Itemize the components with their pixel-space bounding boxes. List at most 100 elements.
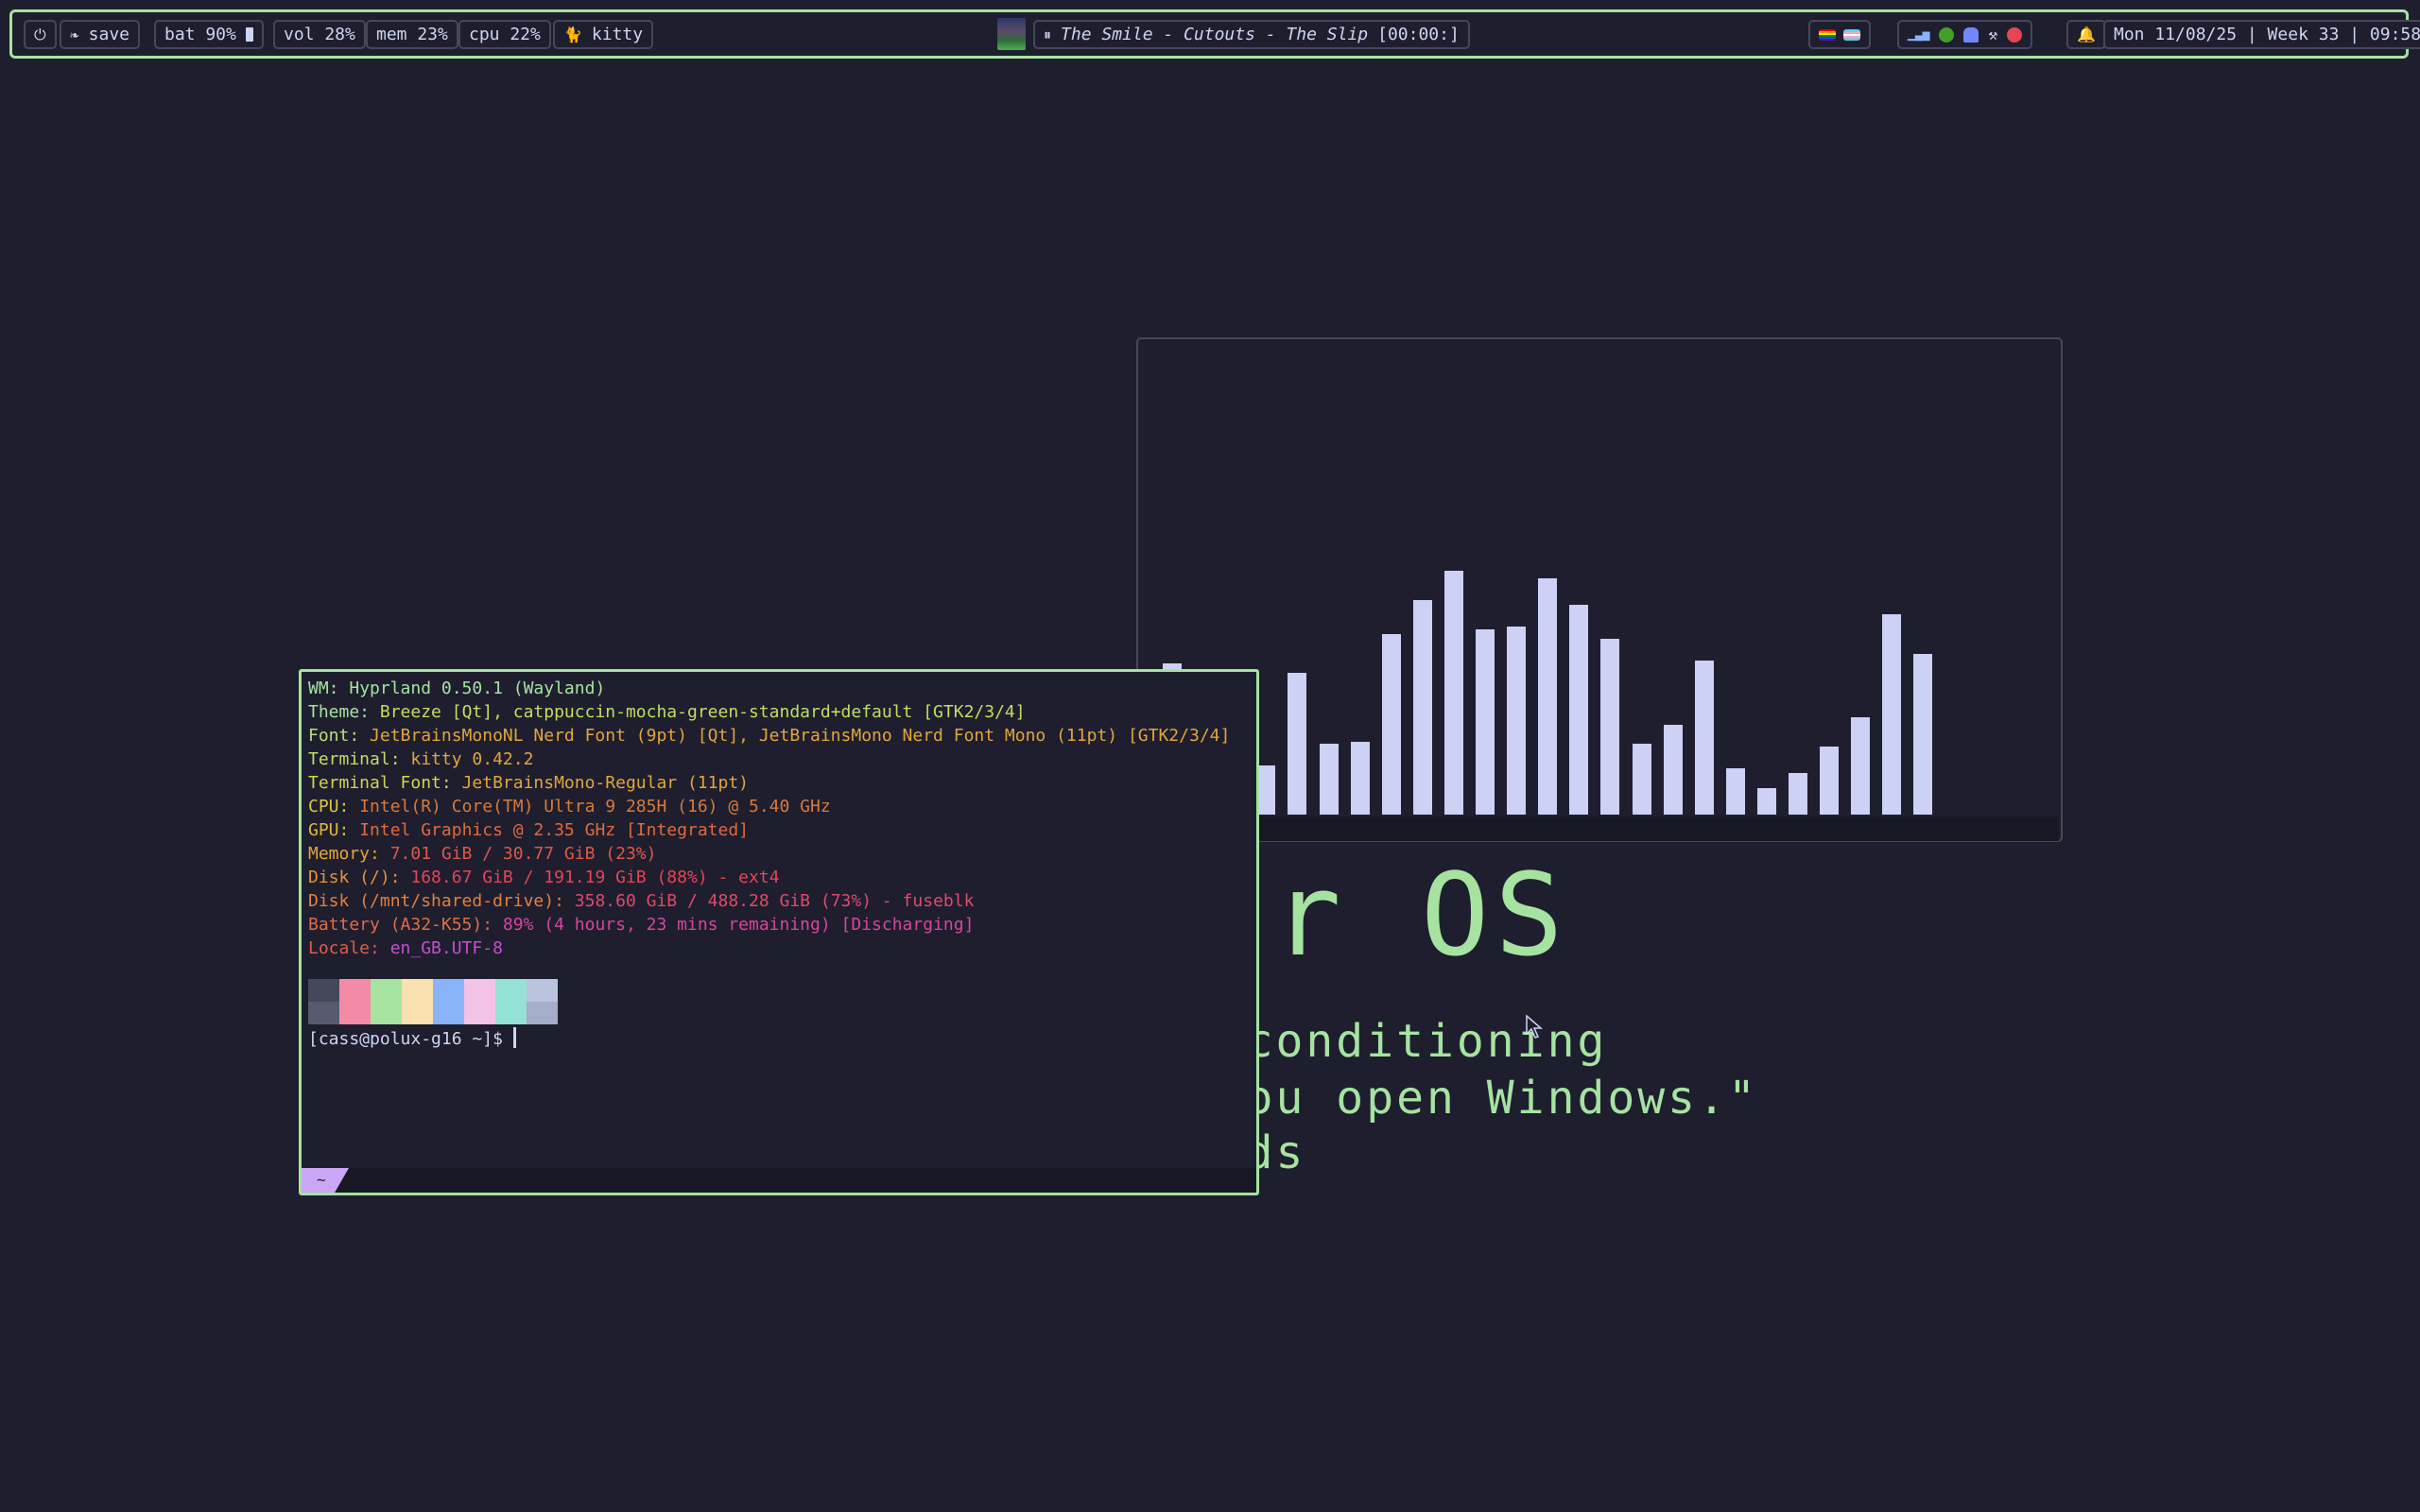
save-label: save bbox=[88, 25, 130, 44]
palette-swatch bbox=[339, 979, 371, 1024]
vpn-icon[interactable] bbox=[1939, 26, 1955, 43]
text-cursor bbox=[512, 1027, 516, 1048]
top-bar: ⏻ ❧ save bat 90% vol 28% mem 23% cpu 22%… bbox=[9, 9, 2420, 59]
visualizer-bar bbox=[1726, 768, 1745, 815]
terminal-line: Theme: Breeze [Qt], catppuccin-mocha-gre… bbox=[308, 700, 1230, 724]
palette-swatch bbox=[527, 979, 558, 1024]
visualizer-baseline bbox=[1138, 816, 2059, 841]
memory-indicator[interactable]: mem 23% bbox=[366, 20, 458, 49]
terminal-line-key: Disk (/): bbox=[308, 868, 401, 887]
terminal-tab-bar: ~ bbox=[302, 1168, 1256, 1193]
battery-label: bat 90% bbox=[164, 25, 236, 44]
terminal-line-value: Breeze [Qt], catppuccin-mocha-green-stan… bbox=[370, 702, 1026, 722]
visualizer-bar bbox=[1351, 742, 1370, 815]
terminal-line-value: Hyprland 0.50.1 (Wayland) bbox=[338, 679, 606, 698]
pause-icon[interactable]: ⏸ bbox=[1044, 22, 1051, 47]
visualizer-bar bbox=[1256, 765, 1275, 815]
terminal-line: Locale: en_GB.UTF-8 bbox=[308, 936, 1230, 960]
visualizer-bar bbox=[1820, 747, 1839, 815]
palette-swatch bbox=[433, 979, 464, 1024]
visualizer-bar bbox=[1444, 571, 1463, 815]
visualizer-bar bbox=[1695, 661, 1714, 815]
palette-swatch bbox=[464, 979, 495, 1024]
visualizer-bar bbox=[1382, 634, 1401, 815]
album-art[interactable] bbox=[997, 18, 1026, 50]
visualizer-bar bbox=[1882, 614, 1901, 815]
visualizer-bar bbox=[1476, 629, 1495, 815]
system-tray[interactable]: ▁▃▅ ⚒ bbox=[1897, 20, 2033, 49]
visualizer-bar bbox=[1664, 725, 1683, 815]
signal-icon[interactable]: ▁▃▅ bbox=[1908, 22, 1929, 47]
visualizer-bar bbox=[1538, 578, 1557, 815]
visualizer-bar bbox=[1413, 600, 1432, 815]
fastfetch-output: WM: Hyprland 0.50.1 (Wayland) Theme: Bree… bbox=[308, 677, 1230, 960]
mouse-pointer-icon bbox=[1526, 1015, 1543, 1039]
pride-flag-icon[interactable] bbox=[1819, 28, 1836, 41]
terminal-line-value: Intel Graphics @ 2.35 GHz [Integrated] bbox=[349, 820, 749, 840]
active-window-indicator[interactable]: 🐈 kitty bbox=[553, 20, 654, 49]
memory-label: mem 23% bbox=[376, 25, 448, 44]
terminal-line: WM: Hyprland 0.50.1 (Wayland) bbox=[308, 677, 1230, 700]
terminal-line-key: Terminal Font: bbox=[308, 773, 452, 793]
battery-indicator[interactable]: bat 90% bbox=[154, 20, 264, 49]
palette-swatch bbox=[371, 979, 402, 1024]
visualizer-bar bbox=[1288, 673, 1306, 815]
terminal-line: Font: JetBrainsMonoNL Nerd Font (9pt) [Q… bbox=[308, 724, 1230, 747]
clock[interactable]: Mon 11/08/25 | Week 33 | 09:58 bbox=[2103, 20, 2420, 49]
terminal-line: CPU: Intel(R) Core(TM) Ultra 9 285H (16)… bbox=[308, 795, 1230, 818]
terminal-line-value: 168.67 GiB / 191.19 GiB (88%) - ext4 bbox=[400, 868, 780, 887]
terminal-line: Terminal: kitty 0.42.2 bbox=[308, 747, 1230, 771]
terminal-line-key: Theme: bbox=[308, 702, 371, 722]
visualizer-bar bbox=[1633, 744, 1651, 815]
terminal-line: Memory: 7.01 GiB / 30.77 GiB (23%) bbox=[308, 842, 1230, 866]
terminal-line-value: Intel(R) Core(TM) Ultra 9 285H (16) @ 5.… bbox=[349, 797, 831, 816]
visualizer-bar bbox=[1913, 654, 1932, 815]
visualizer-bar bbox=[1789, 773, 1807, 815]
color-palette bbox=[308, 979, 558, 1024]
terminal-line-value: JetBrainsMonoNL Nerd Font (9pt) [Qt], Je… bbox=[359, 726, 1231, 746]
terminal-line-key: Locale: bbox=[308, 938, 380, 958]
visualizer-bar bbox=[1600, 639, 1619, 815]
visualizer-bar bbox=[1569, 605, 1588, 815]
prompt-text: [cass@polux-g16 ~]$ bbox=[308, 1029, 513, 1049]
active-window-label: kitty bbox=[591, 25, 644, 44]
terminal-line-value: en_GB.UTF-8 bbox=[379, 938, 503, 958]
terminal-line-key: GPU: bbox=[308, 820, 350, 840]
terminal-line-value: 358.60 GiB / 488.28 GiB (73%) - fuseblk bbox=[563, 891, 975, 911]
cpu-label: cpu 22% bbox=[469, 25, 541, 44]
volume-indicator[interactable]: vol 28% bbox=[273, 20, 366, 49]
visualizer-bar bbox=[1851, 717, 1870, 815]
volume-label: vol 28% bbox=[284, 25, 355, 44]
palette-swatch bbox=[402, 979, 433, 1024]
kitty-icon: 🐈 bbox=[563, 26, 582, 43]
datetime-label: Mon 11/08/25 | Week 33 | 09:58 bbox=[2114, 25, 2420, 44]
media-player[interactable]: ⏸ The Smile - Cutouts - The Slip [00:00:… bbox=[1033, 20, 1470, 49]
power-button[interactable]: ⏻ bbox=[24, 20, 57, 49]
trans-flag-icon[interactable] bbox=[1843, 28, 1860, 41]
terminal-line-key: WM: bbox=[308, 679, 339, 698]
save-button[interactable]: ❧ save bbox=[60, 20, 140, 49]
terminal-window[interactable]: WM: Hyprland 0.50.1 (Wayland) Theme: Bree… bbox=[299, 669, 1259, 1195]
terminal-line-value: JetBrainsMono-Regular (11pt) bbox=[451, 773, 749, 793]
terminal-line-key: Battery (A32-K55): bbox=[308, 915, 493, 935]
battery-icon bbox=[245, 27, 253, 42]
app-tray-icon[interactable] bbox=[2007, 26, 2023, 43]
terminal-line-key: Font: bbox=[308, 726, 360, 746]
palette-swatch bbox=[308, 979, 339, 1024]
power-icon: ⏻ bbox=[34, 26, 46, 43]
terminal-line: Disk (/mnt/shared-drive): 358.60 GiB / 4… bbox=[308, 889, 1230, 913]
language-tray[interactable] bbox=[1808, 20, 1871, 49]
visualizer-bar bbox=[1320, 744, 1339, 815]
terminal-line-value: kitty 0.42.2 bbox=[400, 749, 534, 769]
visualizer-bar bbox=[1757, 788, 1776, 815]
terminal-tab[interactable]: ~ bbox=[302, 1168, 349, 1193]
notifications-button[interactable]: 🔔 bbox=[2066, 20, 2106, 49]
terminal-line-value: 89% (4 hours, 23 mins remaining) [Discha… bbox=[493, 915, 975, 935]
tools-icon[interactable]: ⚒ bbox=[1988, 22, 1997, 47]
media-title: The Smile - Cutouts - The Slip bbox=[1061, 25, 1369, 44]
cpu-indicator[interactable]: cpu 22% bbox=[458, 20, 551, 49]
headphones-icon[interactable] bbox=[1963, 26, 1979, 43]
shell-prompt[interactable]: [cass@polux-g16 ~]$ bbox=[308, 1027, 516, 1051]
terminal-line-key: Terminal: bbox=[308, 749, 401, 769]
media-time: [00:00:] bbox=[1377, 25, 1460, 44]
